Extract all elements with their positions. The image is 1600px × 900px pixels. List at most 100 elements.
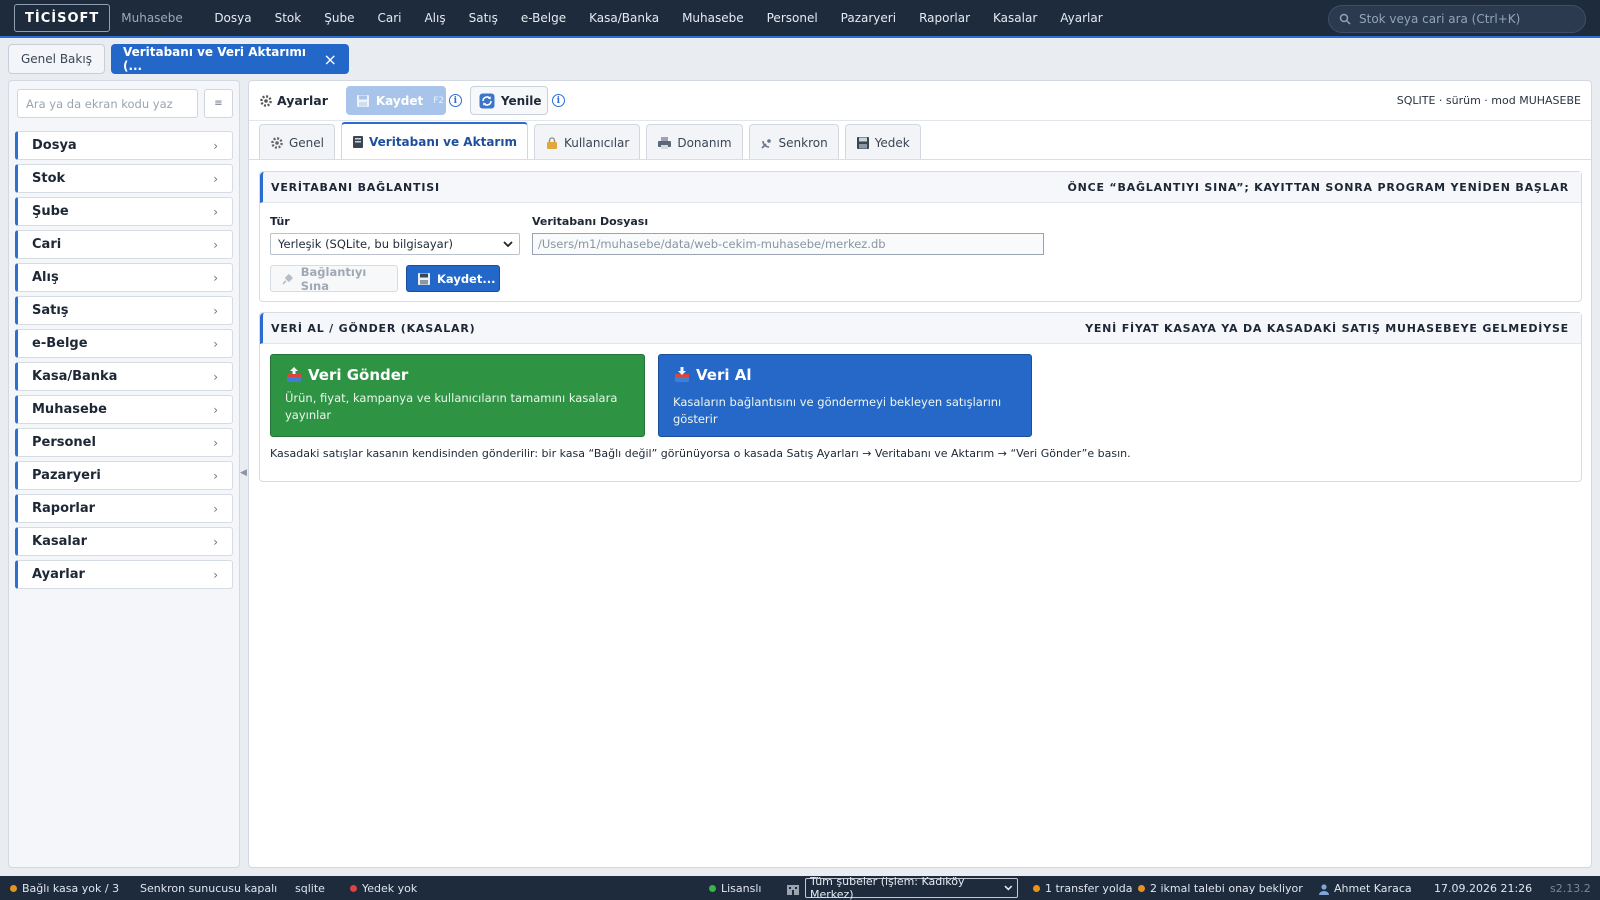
refresh-button[interactable]: Yenile [469, 86, 548, 115]
topnav-muhasebe[interactable]: Muhasebe [671, 11, 756, 25]
topnav-cari[interactable]: Cari [366, 11, 413, 25]
sidebar-item-kasalar[interactable]: Kasalar › [15, 527, 233, 556]
status-transfer[interactable]: 1 transfer yolda [1033, 882, 1132, 895]
chevron-right-icon: › [213, 171, 218, 186]
search-icon [1339, 13, 1351, 25]
menu-icon[interactable]: ≡ [204, 89, 233, 118]
page-title: Ayarlar [259, 93, 328, 108]
gear-icon [271, 136, 283, 149]
chevron-down-icon [503, 240, 513, 247]
receive-data-label: Veri Al [696, 366, 752, 384]
info-icon[interactable]: i [448, 94, 462, 107]
chevron-right-icon: › [213, 138, 218, 153]
topnav-dosya[interactable]: Dosya [203, 11, 263, 25]
sidebar-item-raporlar[interactable]: Raporlar › [15, 494, 233, 523]
tab-active-label: Veritabanı ve Veri Aktarımı (... [122, 45, 306, 73]
sidebar-item-kasa-banka[interactable]: Kasa/Banka › [15, 362, 233, 391]
sidebar-item-personel[interactable]: Personel › [15, 428, 233, 457]
tab-genel-bakis[interactable]: Genel Bakış [8, 44, 105, 74]
topnav-sube[interactable]: Şube [313, 11, 366, 25]
db-mode-info: SQLITE · sürüm · mod MUHASEBE [1396, 94, 1581, 107]
close-icon[interactable]: × [324, 50, 337, 69]
send-data-title: Veri Gönder [285, 366, 630, 384]
topnav-satis[interactable]: Satış [457, 11, 509, 25]
sidebar-item-cari[interactable]: Cari › [15, 230, 233, 259]
db-file-input[interactable]: /Users/m1/muhasebe/data/web-cekim-muhase… [532, 233, 1044, 255]
tab-senkron[interactable]: Senkron [748, 124, 839, 160]
topnav-stok[interactable]: Stok [263, 11, 313, 25]
card-header: VERİ AL / GÖNDER (KASALAR) YENİ FİYAT KA… [260, 313, 1581, 344]
db-connection-card: VERİTABANI BAĞLANTISI ÖNCE “BAĞLANTIYI S… [259, 171, 1582, 302]
save-button-label: Kaydet [375, 93, 424, 108]
tab-yedek[interactable]: Yedek [844, 124, 921, 160]
topnav-personel[interactable]: Personel [755, 11, 829, 25]
topnav-alis[interactable]: Alış [413, 11, 457, 25]
chevron-right-icon: › [213, 435, 218, 450]
outbox-icon [287, 367, 301, 382]
topnav-kasa-banka[interactable]: Kasa/Banka [578, 11, 671, 25]
sidebar-item-pazaryeri[interactable]: Pazaryeri › [15, 461, 233, 490]
receive-data-button[interactable]: Veri Al Kasaların bağlantısını ve gönder… [658, 354, 1032, 437]
status-supply[interactable]: 2 ikmal talebi onay bekliyor [1138, 882, 1303, 895]
sidebar-item-label: Şube [32, 204, 69, 219]
sidebar-item-satis[interactable]: Satış › [15, 296, 233, 325]
sidebar-list: Dosya › Stok › Şube › Cari › Alış › Satış › e-… [15, 131, 233, 593]
tab-donanim[interactable]: Donanım [646, 124, 743, 160]
collapse-sidebar-icon[interactable]: ◀ [240, 468, 247, 480]
sidebar-item-ebelge[interactable]: e-Belge › [15, 329, 233, 358]
tab-label: Senkron [778, 135, 828, 150]
topnav-ayarlar[interactable]: Ayarlar [1049, 11, 1114, 25]
tab-label: Genel [289, 135, 325, 150]
status-version-label: s2.13.2 [1550, 882, 1591, 895]
sidebar-item-label: Muhasebe [32, 402, 107, 417]
sidebar-item-stok[interactable]: Stok › [15, 164, 233, 193]
refresh-icon [479, 93, 495, 108]
topnav-pazaryeri[interactable]: Pazaryeri [829, 11, 907, 25]
tab-kullanicilar[interactable]: Kullanıcılar [533, 124, 641, 160]
chevron-right-icon: › [213, 237, 218, 252]
card-title: VERİ AL / GÖNDER (KASALAR) [271, 321, 476, 335]
sidebar-item-sube[interactable]: Şube › [15, 197, 233, 226]
status-transfer-label: 1 transfer yolda [1045, 882, 1133, 895]
db-file-label: Veritabanı Dosyası [532, 215, 649, 228]
save-shortcut: F2 [433, 95, 445, 106]
branch-select[interactable]: Tüm şubeler (işlem: Kadıköy Merkez) [805, 875, 1018, 900]
sidebar-item-ayarlar[interactable]: Ayarlar › [15, 560, 233, 589]
topnav-kasalar[interactable]: Kasalar [982, 11, 1049, 25]
top-nav: Dosya Stok Şube Cari Alış Satış e-Belge … [203, 11, 1114, 25]
sidebar-search-input[interactable]: Ara ya da ekran kodu yaz [17, 89, 198, 118]
status-db-label: sqlite [295, 882, 325, 895]
topnav-raporlar[interactable]: Raporlar [908, 11, 982, 25]
db-type-select[interactable]: Yerleşik (SQLite, bu bilgisayar) [270, 233, 520, 255]
sidebar-item-label: Satış [32, 303, 69, 318]
chevron-right-icon: › [213, 534, 218, 549]
sidebar-item-label: Kasalar [32, 534, 87, 549]
sidebar-item-label: Kasa/Banka [32, 369, 118, 384]
status-datetime-label: 17.09.2026 21:26 [1434, 882, 1533, 895]
chevron-right-icon: › [213, 204, 218, 219]
status-pos-label: Bağlı kasa yok / 3 [22, 882, 120, 895]
subtabs-divider [249, 159, 1591, 160]
test-connection-button[interactable]: Bağlantıyı Sına [270, 265, 398, 293]
transfer-note: Kasadaki satışlar kasanın kendisinden gö… [270, 447, 1131, 460]
save-button[interactable]: Kaydet F2 [345, 86, 446, 115]
tab-veritabani-aktarim[interactable]: Veritabanı ve Veri Aktarımı (... × [110, 44, 349, 74]
sidebar-item-alis[interactable]: Alış › [15, 263, 233, 292]
tab-veritabani-ve-aktarim[interactable]: Veritabanı ve Aktarım [341, 122, 528, 160]
tab-label: Kullanıcılar [563, 135, 630, 150]
lock-icon [546, 136, 557, 149]
db-save-button[interactable]: Kaydet... [406, 265, 500, 292]
sidebar-item-dosya[interactable]: Dosya › [15, 131, 233, 160]
sidebar-item-label: Stok [32, 171, 66, 186]
sidebar-item-muhasebe[interactable]: Muhasebe › [15, 395, 233, 424]
type-label: Tür [270, 215, 290, 228]
info-icon[interactable]: i [551, 94, 565, 107]
status-dot-icon [1138, 885, 1145, 892]
send-data-description: Ürün, fiyat, kampanya ve kullanıcıların … [285, 391, 618, 422]
topnav-ebelge[interactable]: e-Belge [509, 11, 577, 25]
tab-genel[interactable]: Genel [259, 124, 336, 160]
brand-logo[interactable]: TİCİSOFT [14, 4, 111, 32]
status-user[interactable]: Ahmet Karaca [1318, 882, 1412, 895]
send-data-button[interactable]: Veri Gönder Ürün, fiyat, kampanya ve kul… [270, 354, 645, 437]
global-search-input[interactable]: Stok veya cari ara (Ctrl+K) [1328, 5, 1586, 33]
